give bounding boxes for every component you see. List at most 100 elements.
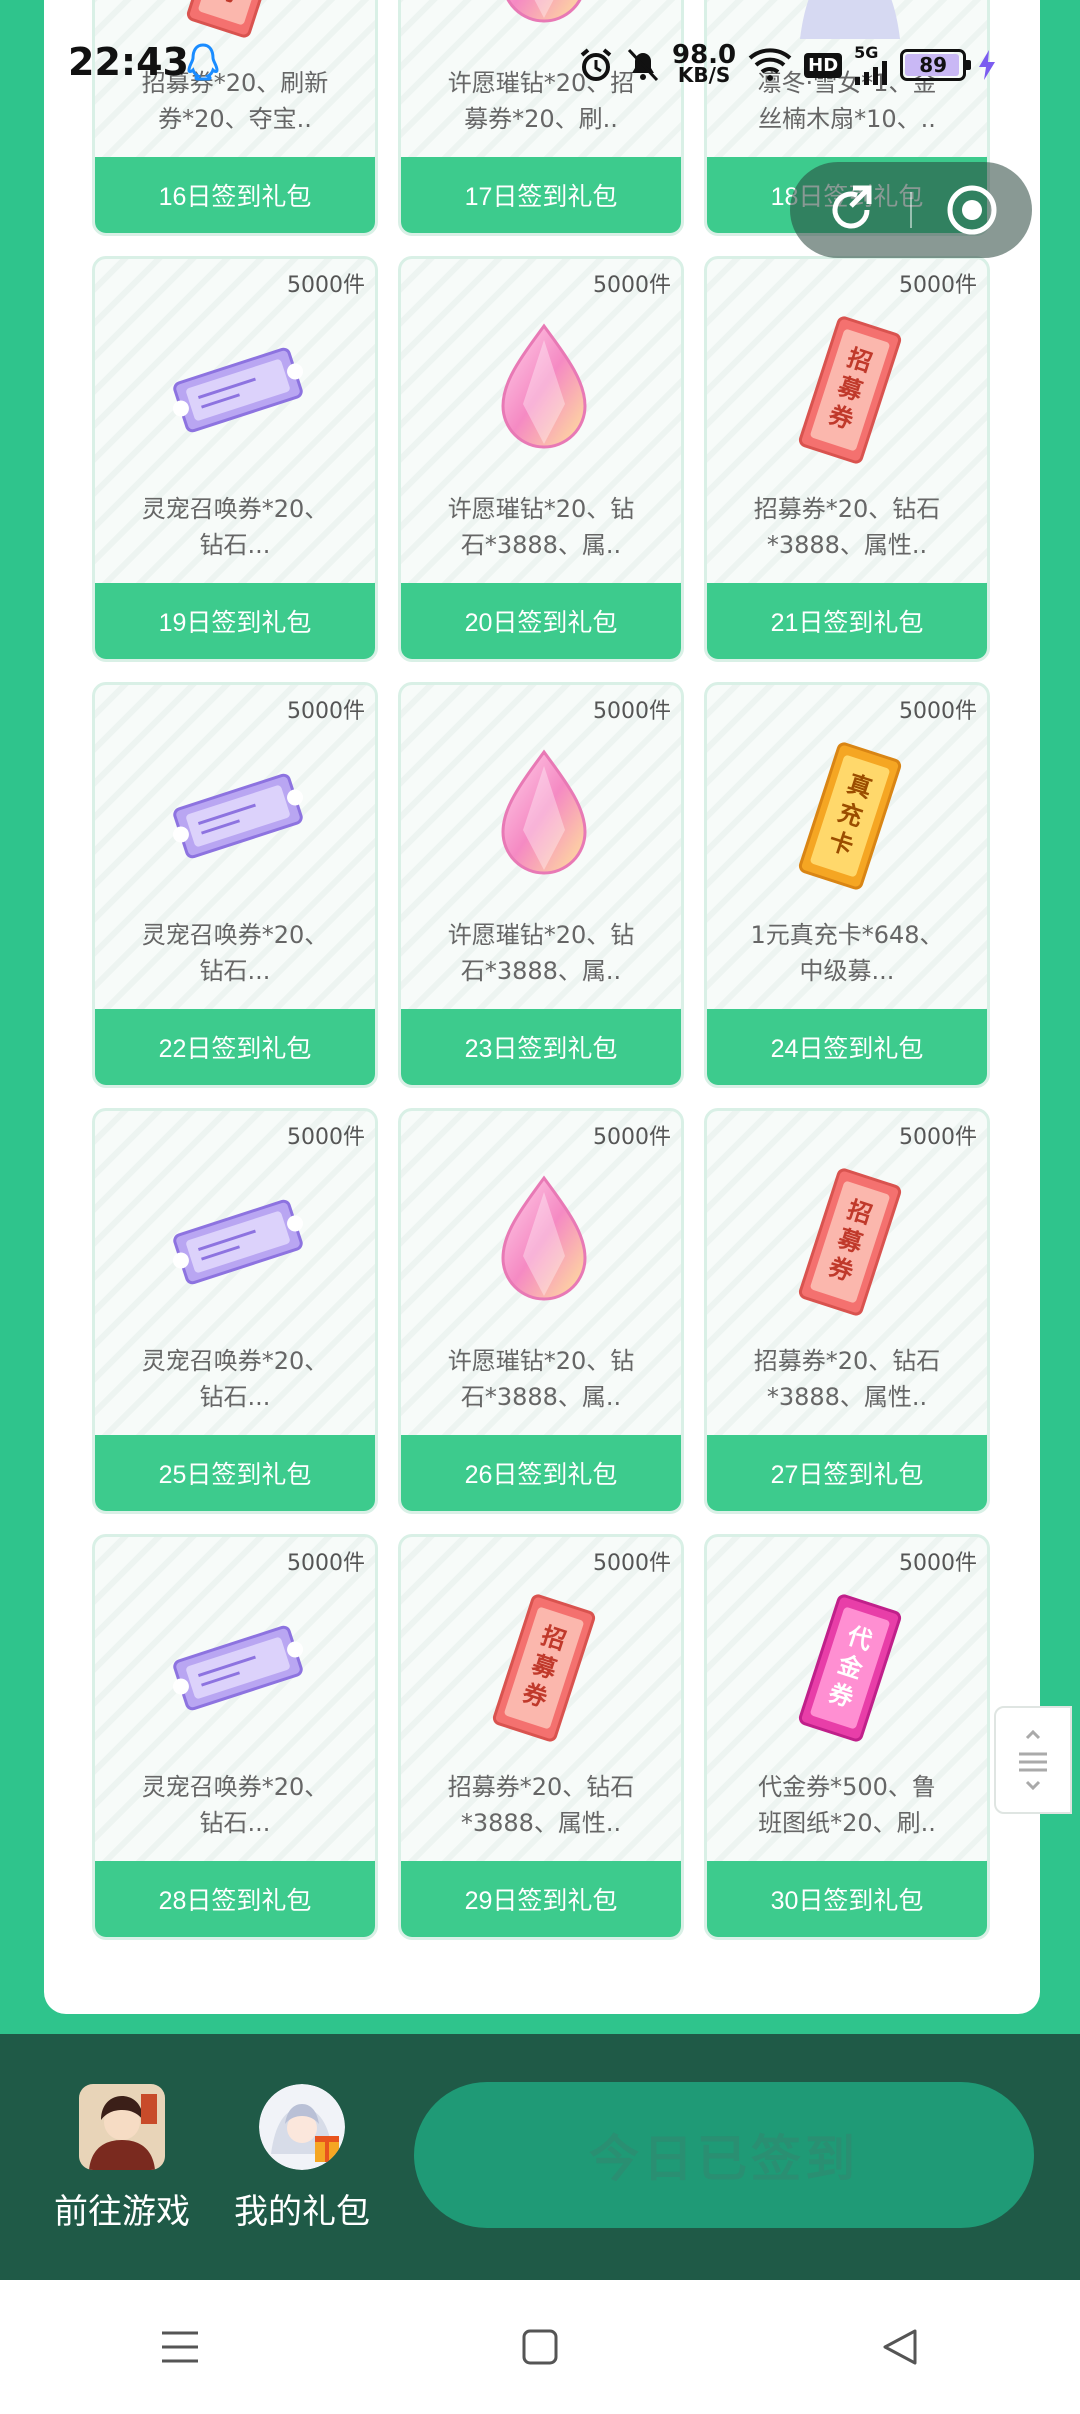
battery-icon: 89 [900, 49, 972, 81]
home-square-icon [522, 2329, 558, 2365]
gift-description: 招募券*20、钻石*3888、属性.. [753, 495, 941, 559]
gift-card[interactable]: 5000件许愿璀钻*20、钻石*3888、属.. 26日签到礼包 [398, 1108, 684, 1514]
gift-quantity: 5000件 [287, 1551, 365, 1576]
wifi-icon [748, 48, 792, 82]
signed-today-button[interactable]: 今日已签到 [414, 2082, 1034, 2228]
net-speed-value: 98.0 [672, 40, 737, 70]
gift-claim-button[interactable]: 28日签到礼包 [95, 1861, 375, 1937]
recruit-ticket-icon: 招募券 [770, 1167, 930, 1317]
target-icon [947, 185, 996, 235]
gift-card[interactable]: 5000件灵宠召唤券*20、钻石... 25日签到礼包 [92, 1108, 378, 1514]
status-bar: 22:43 98.0 KB/S HD 5G 89 [0, 0, 1080, 130]
wish-diamond-icon [464, 315, 624, 465]
gift-quantity: 5000件 [287, 1125, 365, 1150]
status-icons: 98.0 KB/S HD 5G 89 [578, 40, 996, 90]
gift-quantity: 5000件 [899, 1551, 977, 1576]
gift-quantity: 5000件 [899, 273, 977, 298]
gift-card[interactable]: 5000件灵宠召唤券*20、钻石... 28日签到礼包 [92, 1534, 378, 1940]
system-nav-bar [0, 2280, 1080, 2414]
alarm-icon [578, 47, 614, 83]
gift-claim-button[interactable]: 29日签到礼包 [401, 1861, 681, 1937]
gift-description: 许愿璀钻*20、钻石*3888、属.. [447, 495, 635, 559]
battery-level: 89 [919, 53, 948, 77]
recruit-ticket-icon: 招募券 [770, 315, 930, 465]
gift-claim-button[interactable]: 26日签到礼包 [401, 1435, 681, 1511]
side-drawer-handle[interactable] [994, 1706, 1072, 1814]
gift-claim-button[interactable]: 21日签到礼包 [707, 583, 987, 659]
gift-claim-button[interactable]: 20日签到礼包 [401, 583, 681, 659]
gift-description: 许愿璀钻*20、钻石*3888、属.. [447, 921, 635, 985]
gift-claim-button[interactable]: 16日签到礼包 [95, 157, 375, 233]
gift-quantity: 5000件 [593, 1125, 671, 1150]
recruit-ticket-icon: 招募券 [464, 1593, 624, 1743]
gift-card[interactable]: 5000件代金券代金券*500、鲁班图纸*20、刷.. 30日签到礼包 [704, 1534, 990, 1940]
gift-card[interactable]: 5000件招募券招募券*20、钻石*3888、属性.. 21日签到礼包 [704, 256, 990, 662]
my-gifts-label: 我的礼包 [234, 2192, 370, 2232]
gift-claim-button[interactable]: 30日签到礼包 [707, 1861, 987, 1937]
gift-description: 代金券*500、鲁班图纸*20、刷.. [758, 1773, 936, 1837]
wish-diamond-icon [464, 1167, 624, 1317]
gift-claim-button[interactable]: 17日签到礼包 [401, 157, 681, 233]
gift-description: 灵宠召唤券*20、钻石... [141, 1773, 329, 1837]
my-gifts-button[interactable]: 我的礼包 [222, 2084, 382, 2233]
voucher-icon: 代金券 [770, 1593, 930, 1743]
pet-summon-ticket-icon [158, 1593, 318, 1743]
gift-description: 招募券*20、钻石*3888、属性.. [447, 1773, 635, 1837]
back-triangle-icon [883, 2329, 917, 2365]
gift-description: 灵宠召唤券*20、钻石... [141, 495, 329, 559]
gift-quantity: 5000件 [287, 273, 365, 298]
mute-bell-icon [626, 47, 660, 83]
gift-claim-button[interactable]: 25日签到礼包 [95, 1435, 375, 1511]
gift-claim-button[interactable]: 19日签到礼包 [95, 583, 375, 659]
gift-card[interactable]: 5000件许愿璀钻*20、钻石*3888、属.. 20日签到礼包 [398, 256, 684, 662]
gift-description: 1元真充卡*648、中级募... [750, 921, 944, 985]
gift-grid: 招募券招募券*20、刷新券*20、夺宝..16日签到礼包许愿璀钻*20、招募券*… [92, 0, 990, 1940]
pet-summon-ticket-icon [158, 741, 318, 891]
net-speed: 98.0 KB/S [672, 40, 737, 87]
share-button[interactable] [790, 162, 911, 258]
gift-claim-button[interactable]: 23日签到礼包 [401, 1009, 681, 1085]
signal-icon: 5G [854, 45, 888, 85]
wish-diamond-icon [464, 741, 624, 891]
game-avatar-icon [79, 2084, 165, 2170]
nav-menu-button[interactable] [140, 2307, 220, 2387]
gift-claim-button[interactable]: 27日签到礼包 [707, 1435, 987, 1511]
nav-back-button[interactable] [860, 2307, 940, 2387]
bottom-bar: 前往游戏 我的礼包 今日已签到 [0, 2034, 1080, 2280]
share-icon [832, 185, 871, 229]
pet-summon-ticket-icon [158, 315, 318, 465]
qq-penguin-icon [186, 42, 220, 82]
status-time: 22:43 [68, 40, 189, 84]
gift-quantity: 5000件 [593, 1551, 671, 1576]
charging-icon [978, 50, 996, 80]
gift-claim-button[interactable]: 22日签到礼包 [95, 1009, 375, 1085]
gift-quantity: 5000件 [899, 1125, 977, 1150]
gift-card[interactable]: 5000件灵宠召唤券*20、钻石... 19日签到礼包 [92, 256, 378, 662]
net-speed-unit: KB/S [677, 63, 731, 87]
gift-description: 许愿璀钻*20、钻石*3888、属.. [447, 1347, 635, 1411]
gift-description: 招募券*20、钻石*3888、属性.. [753, 1347, 941, 1411]
hd-badge: HD [804, 52, 843, 78]
drawer-icon [1019, 1730, 1047, 1790]
gift-quantity: 5000件 [593, 273, 671, 298]
gift-description: 灵宠召唤券*20、钻石... [141, 921, 329, 985]
gift-card[interactable]: 5000件招募券招募券*20、钻石*3888、属性.. 29日签到礼包 [398, 1534, 684, 1940]
gift-description: 灵宠召唤券*20、钻石... [141, 1347, 329, 1411]
pet-summon-ticket-icon [158, 1167, 318, 1317]
gift-card[interactable]: 5000件灵宠召唤券*20、钻石... 22日签到礼包 [92, 682, 378, 1088]
gift-card[interactable]: 5000件真充卡 1元真充卡*648、中级募... 24日签到礼包 [704, 682, 990, 1088]
menu-icon [162, 2331, 198, 2363]
nav-home-button[interactable] [500, 2307, 580, 2387]
go-game-button[interactable]: 前往游戏 [42, 2084, 202, 2233]
gift-quantity: 5000件 [287, 699, 365, 724]
gift-card[interactable]: 5000件招募券招募券*20、钻石*3888、属性.. 27日签到礼包 [704, 1108, 990, 1514]
my-gifts-avatar-icon [259, 2084, 345, 2170]
recharge-card-icon: 真充卡 [770, 741, 930, 891]
gift-quantity: 5000件 [899, 699, 977, 724]
gift-claim-button[interactable]: 24日签到礼包 [707, 1009, 987, 1085]
gift-quantity: 5000件 [593, 699, 671, 724]
close-miniprogram-button[interactable] [911, 162, 1032, 258]
mini-program-capsule [790, 162, 1032, 258]
signal-label: 5G [854, 43, 879, 62]
gift-card[interactable]: 5000件许愿璀钻*20、钻石*3888、属.. 23日签到礼包 [398, 682, 684, 1088]
